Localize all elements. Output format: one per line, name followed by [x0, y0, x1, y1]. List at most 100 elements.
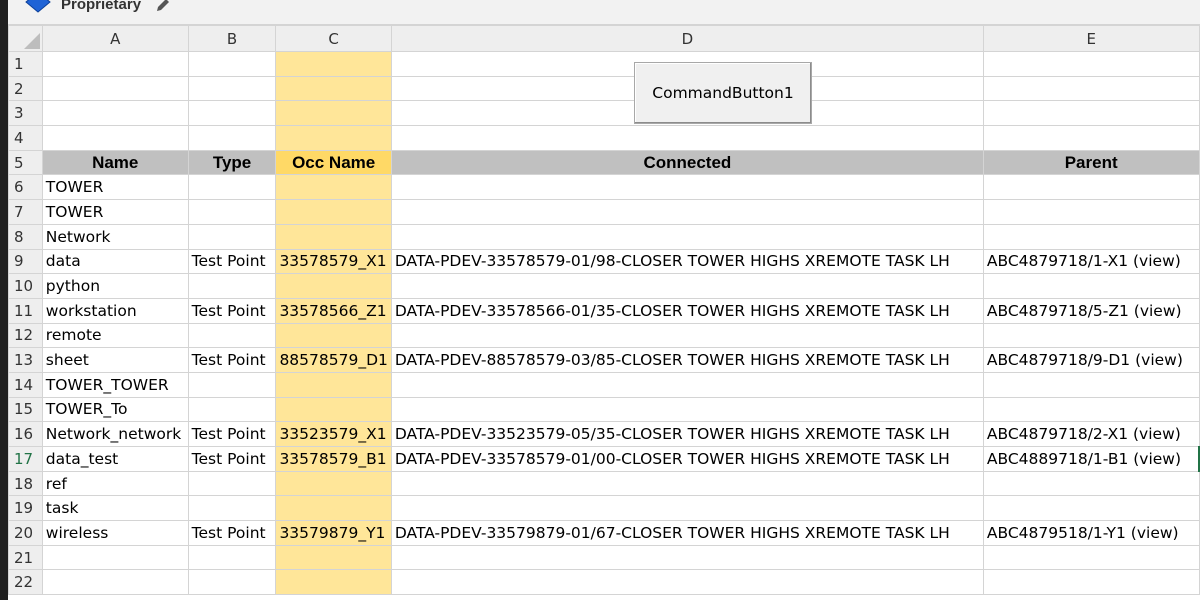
grid-cell[interactable]	[275, 223, 392, 250]
grid-cell[interactable]	[982, 51, 1200, 77]
grid-cell[interactable]	[390, 396, 984, 423]
grid-cell[interactable]	[390, 569, 984, 596]
grid-cell[interactable]: ABC4879718/5-Z1 (view)	[982, 297, 1200, 324]
spreadsheet-grid[interactable]: A B C D E 1 2 3 4 5 Name Type Occ Name Connected…	[8, 25, 1200, 600]
grid-cell[interactable]	[275, 273, 392, 299]
grid-cell[interactable]	[187, 322, 277, 349]
command-button-1[interactable]: CommandButton1	[634, 62, 812, 124]
grid-cell[interactable]	[187, 569, 277, 596]
grid-cell[interactable]	[982, 199, 1200, 225]
select-all-corner[interactable]	[8, 25, 43, 52]
grid-cell[interactable]	[41, 544, 189, 571]
grid-cell[interactable]	[275, 199, 392, 225]
grid-cell[interactable]	[275, 396, 392, 423]
grid-cell[interactable]: Test Point	[187, 421, 277, 447]
grid-cell[interactable]	[982, 544, 1200, 571]
grid-cell[interactable]	[982, 396, 1200, 423]
grid-cell[interactable]	[275, 75, 392, 102]
grid-cell[interactable]	[390, 495, 984, 522]
grid-cell[interactable]	[187, 223, 277, 250]
row-header[interactable]: 18	[8, 470, 43, 497]
grid-cell[interactable]	[390, 371, 984, 398]
grid-cell[interactable]: Test Point	[187, 520, 277, 546]
grid-cell[interactable]	[41, 75, 189, 102]
grid-cell[interactable]	[41, 51, 189, 77]
row-header[interactable]: 15	[8, 396, 43, 423]
grid-cell[interactable]	[982, 273, 1200, 299]
grid-cell[interactable]	[275, 544, 392, 571]
grid-cell[interactable]: DATA-PDEV-33578579-01/98-CLOSER TOWER HI…	[390, 248, 984, 275]
grid-cell[interactable]	[390, 223, 984, 250]
row-header[interactable]: 13	[8, 347, 43, 373]
grid-cell[interactable]	[275, 322, 392, 349]
grid-cell[interactable]	[187, 100, 277, 127]
grid-cell[interactable]	[275, 51, 392, 77]
grid-cell[interactable]	[187, 371, 277, 398]
grid-cell[interactable]	[187, 51, 277, 77]
row-header[interactable]: 3	[8, 100, 43, 127]
grid-cell[interactable]: python	[41, 273, 189, 299]
grid-cell[interactable]	[187, 495, 277, 522]
grid-cell[interactable]: workstation	[41, 297, 189, 324]
grid-cell[interactable]	[982, 125, 1200, 151]
row-header[interactable]: 20	[8, 520, 43, 546]
grid-cell[interactable]	[390, 125, 984, 151]
grid-cell[interactable]	[982, 495, 1200, 522]
grid-cell[interactable]: Network_network	[41, 421, 189, 447]
grid-cell[interactable]: wireless	[41, 520, 189, 546]
row-header[interactable]: 8	[8, 223, 43, 250]
row-header[interactable]: 12	[8, 322, 43, 349]
grid-cell[interactable]: Test Point	[187, 347, 277, 373]
edit-pencil-icon[interactable]	[155, 0, 171, 13]
column-header[interactable]: D	[390, 25, 984, 52]
grid-cell[interactable]: ABC4889718/1-B1 (view)	[982, 446, 1200, 472]
column-header[interactable]: B	[187, 25, 277, 52]
grid-cell[interactable]: data_test	[41, 446, 189, 472]
grid-cell[interactable]	[275, 569, 392, 596]
grid-cell[interactable]	[390, 199, 984, 225]
column-header[interactable]: A	[41, 25, 189, 52]
grid-cell[interactable]	[982, 569, 1200, 596]
grid-cell[interactable]: ref	[41, 470, 189, 497]
grid-cell[interactable]: ABC4879718/2-X1 (view)	[982, 421, 1200, 447]
grid-cell[interactable]	[982, 75, 1200, 102]
grid-cell[interactable]: ABC4879718/1-X1 (view)	[982, 248, 1200, 275]
grid-cell[interactable]	[275, 371, 392, 398]
grid-cell[interactable]	[41, 100, 189, 127]
row-header[interactable]: 4	[8, 125, 43, 151]
grid-cell[interactable]	[275, 100, 392, 127]
grid-cell[interactable]: DATA-PDEV-33579879-01/67-CLOSER TOWER HI…	[390, 520, 984, 546]
column-title-cell[interactable]: Connected	[390, 149, 984, 176]
column-title-cell[interactable]: Name	[41, 149, 189, 176]
row-header[interactable]: 5	[8, 149, 43, 176]
grid-cell[interactable]: Test Point	[187, 248, 277, 275]
grid-cell[interactable]	[187, 199, 277, 225]
grid-cell[interactable]	[41, 125, 189, 151]
grid-cell[interactable]	[982, 470, 1200, 497]
grid-cell[interactable]	[390, 273, 984, 299]
grid-cell[interactable]: 33578566_Z1	[275, 297, 392, 324]
row-header[interactable]: 17	[8, 446, 43, 472]
grid-cell[interactable]: Test Point	[187, 297, 277, 324]
row-header[interactable]: 10	[8, 273, 43, 299]
grid-cell[interactable]: 88578579_D1	[275, 347, 392, 373]
row-header[interactable]: 6	[8, 174, 43, 201]
grid-cell[interactable]	[275, 495, 392, 522]
column-header[interactable]: E	[982, 25, 1200, 52]
grid-cell[interactable]: remote	[41, 322, 189, 349]
grid-cell[interactable]: DATA-PDEV-33578579-01/00-CLOSER TOWER HI…	[390, 446, 984, 472]
grid-cell[interactable]: ABC4879518/1-Y1 (view)	[982, 520, 1200, 546]
grid-cell[interactable]: TOWER_TOWER	[41, 371, 189, 398]
grid-cell[interactable]	[275, 125, 392, 151]
grid-cell[interactable]: 33523579_X1	[275, 421, 392, 447]
grid-cell[interactable]: data	[41, 248, 189, 275]
grid-cell[interactable]	[187, 125, 277, 151]
grid-cell[interactable]	[982, 223, 1200, 250]
grid-cell[interactable]	[187, 174, 277, 201]
row-header[interactable]: 9	[8, 248, 43, 275]
grid-cell[interactable]	[187, 470, 277, 497]
grid-cell[interactable]: DATA-PDEV-88578579-03/85-CLOSER TOWER HI…	[390, 347, 984, 373]
grid-cell[interactable]	[275, 174, 392, 201]
grid-cell[interactable]: Test Point	[187, 446, 277, 472]
grid-cell[interactable]: Network	[41, 223, 189, 250]
